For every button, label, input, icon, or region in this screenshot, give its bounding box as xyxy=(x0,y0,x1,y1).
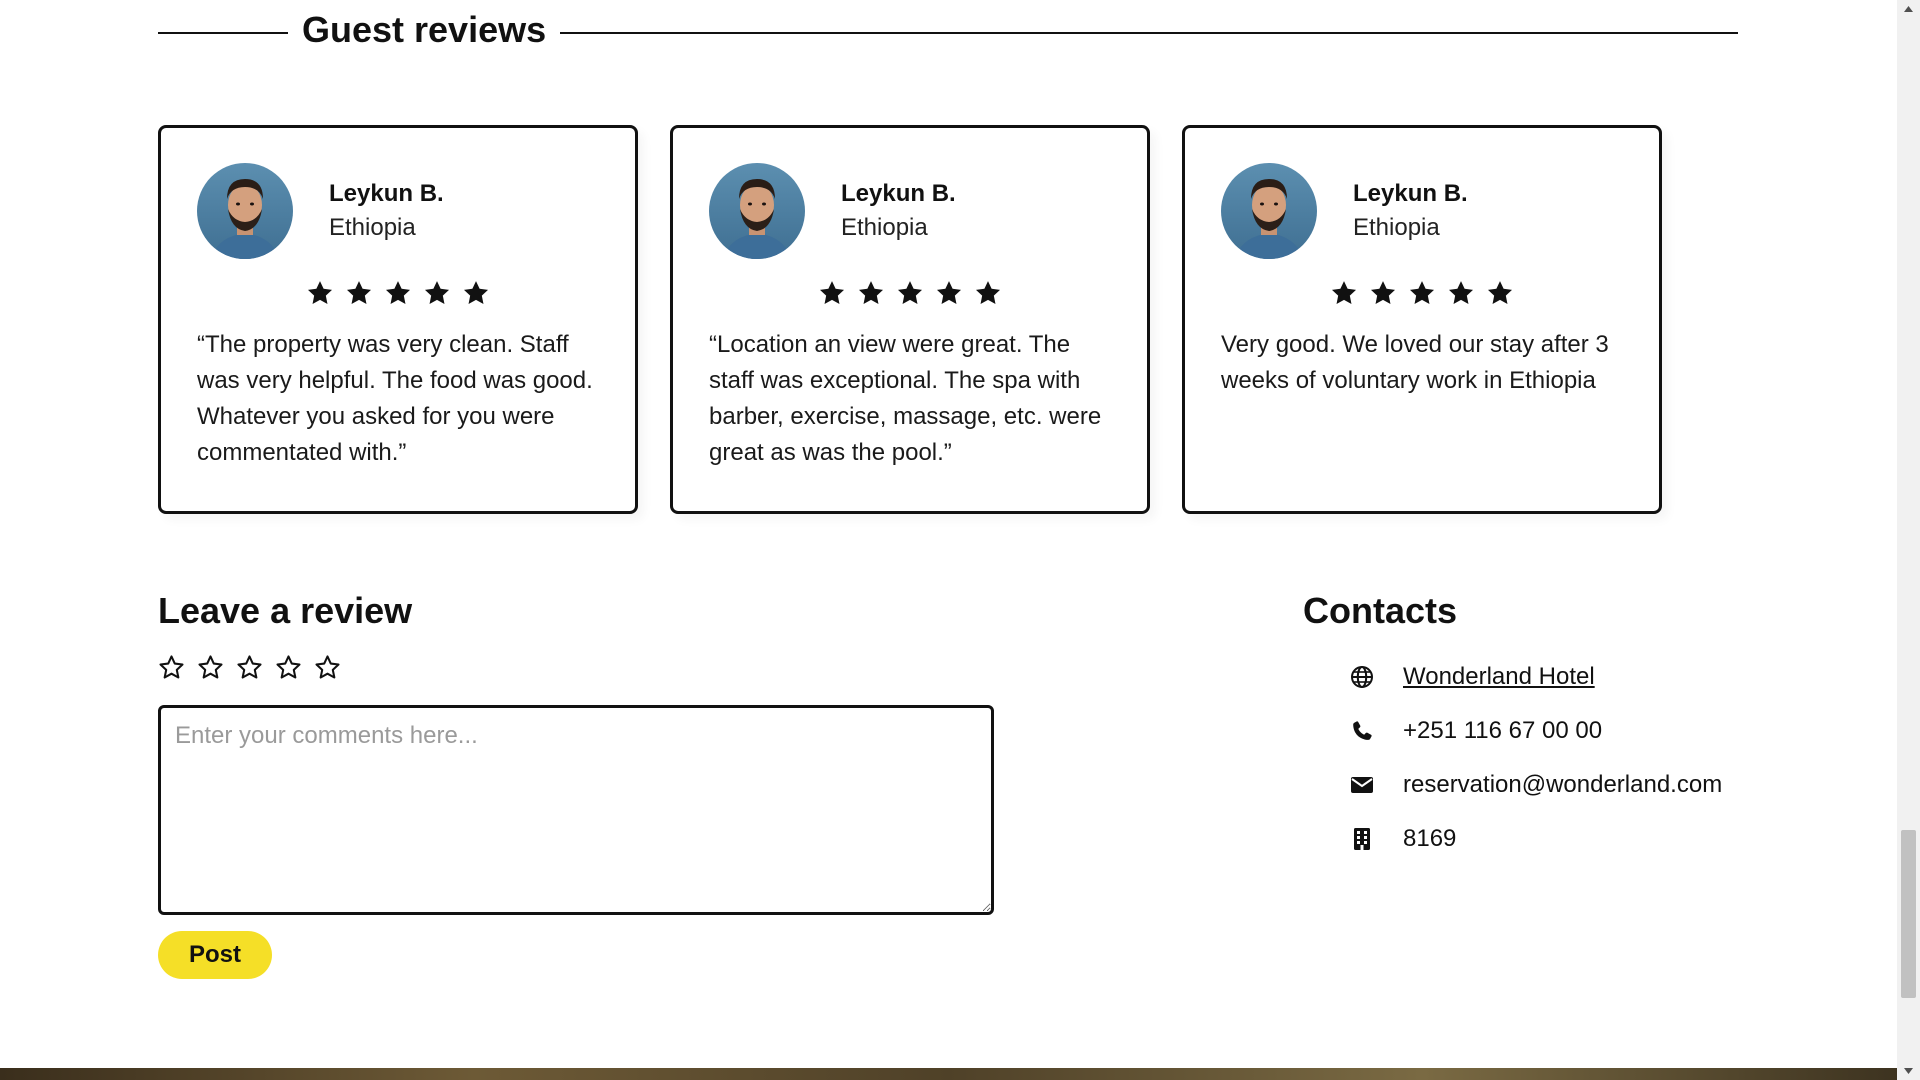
phone-icon xyxy=(1349,718,1375,744)
review-card: Leykun B. Ethiopia “The property was ver… xyxy=(158,125,638,514)
comment-textarea[interactable] xyxy=(158,705,994,915)
page: Guest reviews Leykun B. Ethiopia “The pr… xyxy=(0,0,1897,1080)
contact-website: Wonderland Hotel xyxy=(1349,650,1743,704)
avatar xyxy=(197,163,293,259)
rating-stars xyxy=(197,279,599,307)
reviews-list: Leykun B. Ethiopia “The property was ver… xyxy=(158,125,1662,514)
star-icon xyxy=(819,281,845,304)
section-title: Guest reviews xyxy=(302,9,547,50)
heading-rule-right xyxy=(560,32,1738,34)
reviewer-info: Leykun B. Ethiopia xyxy=(329,177,444,245)
star-icon xyxy=(1448,281,1474,304)
rating-stars xyxy=(1221,279,1623,307)
star-icon xyxy=(307,281,333,304)
rating-stars xyxy=(709,279,1111,307)
star-icon xyxy=(1370,281,1396,304)
reviewer-country: Ethiopia xyxy=(1353,214,1440,241)
globe-icon xyxy=(1349,664,1375,690)
review-header: Leykun B. Ethiopia xyxy=(709,163,1111,259)
leave-review-form: Leave a review Post xyxy=(158,588,994,979)
phone-number[interactable]: +251 116 67 00 00 xyxy=(1403,717,1602,745)
reviewer-country: Ethiopia xyxy=(841,214,928,241)
star-icon xyxy=(385,281,411,304)
star-icon xyxy=(1409,281,1435,304)
review-text: “The property was very clean. Staff was … xyxy=(197,331,593,466)
reviewer-info: Leykun B. Ethiopia xyxy=(841,177,956,245)
star-icon xyxy=(858,281,884,304)
star-outline-icon[interactable] xyxy=(158,654,185,681)
scroll-up-arrow-icon[interactable] xyxy=(1897,0,1920,18)
reviewer-name: Leykun B. xyxy=(1353,180,1468,207)
contact-email: reservation@wonderland.com xyxy=(1349,758,1743,812)
review-text: “Location an view were great. The staff … xyxy=(709,331,1102,466)
star-icon xyxy=(346,281,372,304)
star-outline-icon[interactable] xyxy=(314,654,341,681)
footer-image-strip xyxy=(0,1068,1897,1080)
star-icon xyxy=(1331,281,1357,304)
leave-review-title: Leave a review xyxy=(158,590,413,631)
reviewer-name: Leykun B. xyxy=(841,180,956,207)
scrollbar-thumb[interactable] xyxy=(1901,830,1916,998)
review-header: Leykun B. Ethiopia xyxy=(1221,163,1623,259)
review-card: Leykun B. Ethiopia “Location an view wer… xyxy=(670,125,1150,514)
reviewer-info: Leykun B. Ethiopia xyxy=(1353,177,1468,245)
star-outline-icon[interactable] xyxy=(197,654,224,681)
star-icon xyxy=(897,281,923,304)
star-icon xyxy=(424,281,450,304)
building-icon xyxy=(1349,826,1375,852)
review-card: Leykun B. Ethiopia Very good. We loved o… xyxy=(1182,125,1662,514)
star-icon xyxy=(463,281,489,304)
contacts-section: Contacts Wonderland Hotel +251 116 67 00… xyxy=(1303,588,1743,866)
review-header: Leykun B. Ethiopia xyxy=(197,163,599,259)
guest-reviews-heading: Guest reviews xyxy=(158,6,1738,54)
heading-rule-left xyxy=(158,32,288,34)
contacts-title: Contacts xyxy=(1303,590,1458,631)
star-outline-icon[interactable] xyxy=(236,654,263,681)
avatar xyxy=(1221,163,1317,259)
star-icon xyxy=(936,281,962,304)
reviewer-country: Ethiopia xyxy=(329,214,416,241)
rating-input xyxy=(158,654,994,681)
vertical-scrollbar[interactable] xyxy=(1897,0,1920,1080)
scroll-down-arrow-icon[interactable] xyxy=(1897,1062,1920,1080)
star-outline-icon[interactable] xyxy=(275,654,302,681)
website-link[interactable]: Wonderland Hotel xyxy=(1403,663,1595,691)
post-button[interactable]: Post xyxy=(158,931,272,979)
po-box-number: 8169 xyxy=(1403,825,1457,852)
contact-building: 8169 xyxy=(1349,812,1743,866)
reviewer-name: Leykun B. xyxy=(329,180,444,207)
review-text: Very good. We loved our stay after 3 wee… xyxy=(1221,331,1609,394)
contact-list: Wonderland Hotel +251 116 67 00 00 reser… xyxy=(1349,650,1743,866)
avatar xyxy=(709,163,805,259)
contact-phone: +251 116 67 00 00 xyxy=(1349,704,1743,758)
email-address[interactable]: reservation@wonderland.com xyxy=(1403,771,1722,799)
star-icon xyxy=(975,281,1001,304)
envelope-icon xyxy=(1349,772,1375,798)
star-icon xyxy=(1487,281,1513,304)
